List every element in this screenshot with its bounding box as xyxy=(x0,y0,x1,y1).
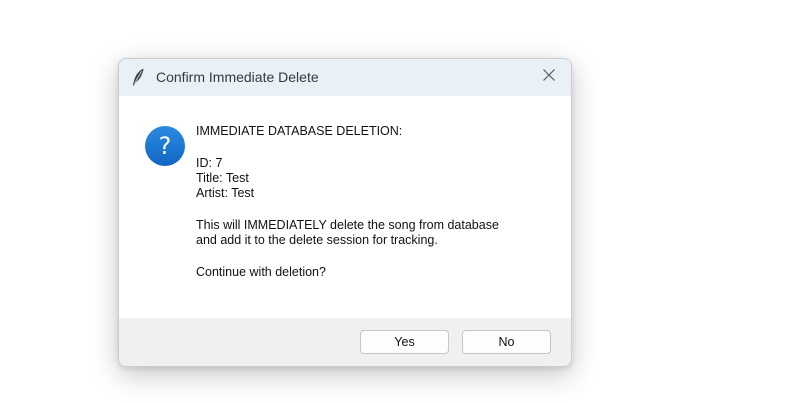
dialog-title: Confirm Immediate Delete xyxy=(156,69,319,85)
message-heading: IMMEDIATE DATABASE DELETION: xyxy=(196,124,403,138)
dialog-body: ? IMMEDIATE DATABASE DELETION: ID: 7 Tit… xyxy=(119,96,571,318)
message-title: Title: Test xyxy=(196,171,249,185)
message-prompt: Continue with deletion? xyxy=(196,265,326,279)
message-artist: Artist: Test xyxy=(196,186,255,200)
close-icon xyxy=(542,68,556,87)
dialog-message: IMMEDIATE DATABASE DELETION: ID: 7 Title… xyxy=(196,124,556,280)
dialog-footer: Yes No xyxy=(119,318,571,366)
no-button[interactable]: No xyxy=(462,330,551,354)
confirm-dialog: Confirm Immediate Delete ? IMMEDIATE DAT… xyxy=(118,58,572,367)
question-icon: ? xyxy=(145,126,185,166)
question-glyph: ? xyxy=(158,132,172,160)
feather-icon xyxy=(131,68,145,86)
close-button[interactable] xyxy=(527,59,571,96)
message-id: ID: 7 xyxy=(196,156,223,170)
dialog-titlebar[interactable]: Confirm Immediate Delete xyxy=(119,59,571,96)
message-warning-line-1: This will IMMEDIATELY delete the song fr… xyxy=(196,218,499,232)
message-warning-line-2: and add it to the delete session for tra… xyxy=(196,233,438,247)
yes-button[interactable]: Yes xyxy=(360,330,449,354)
